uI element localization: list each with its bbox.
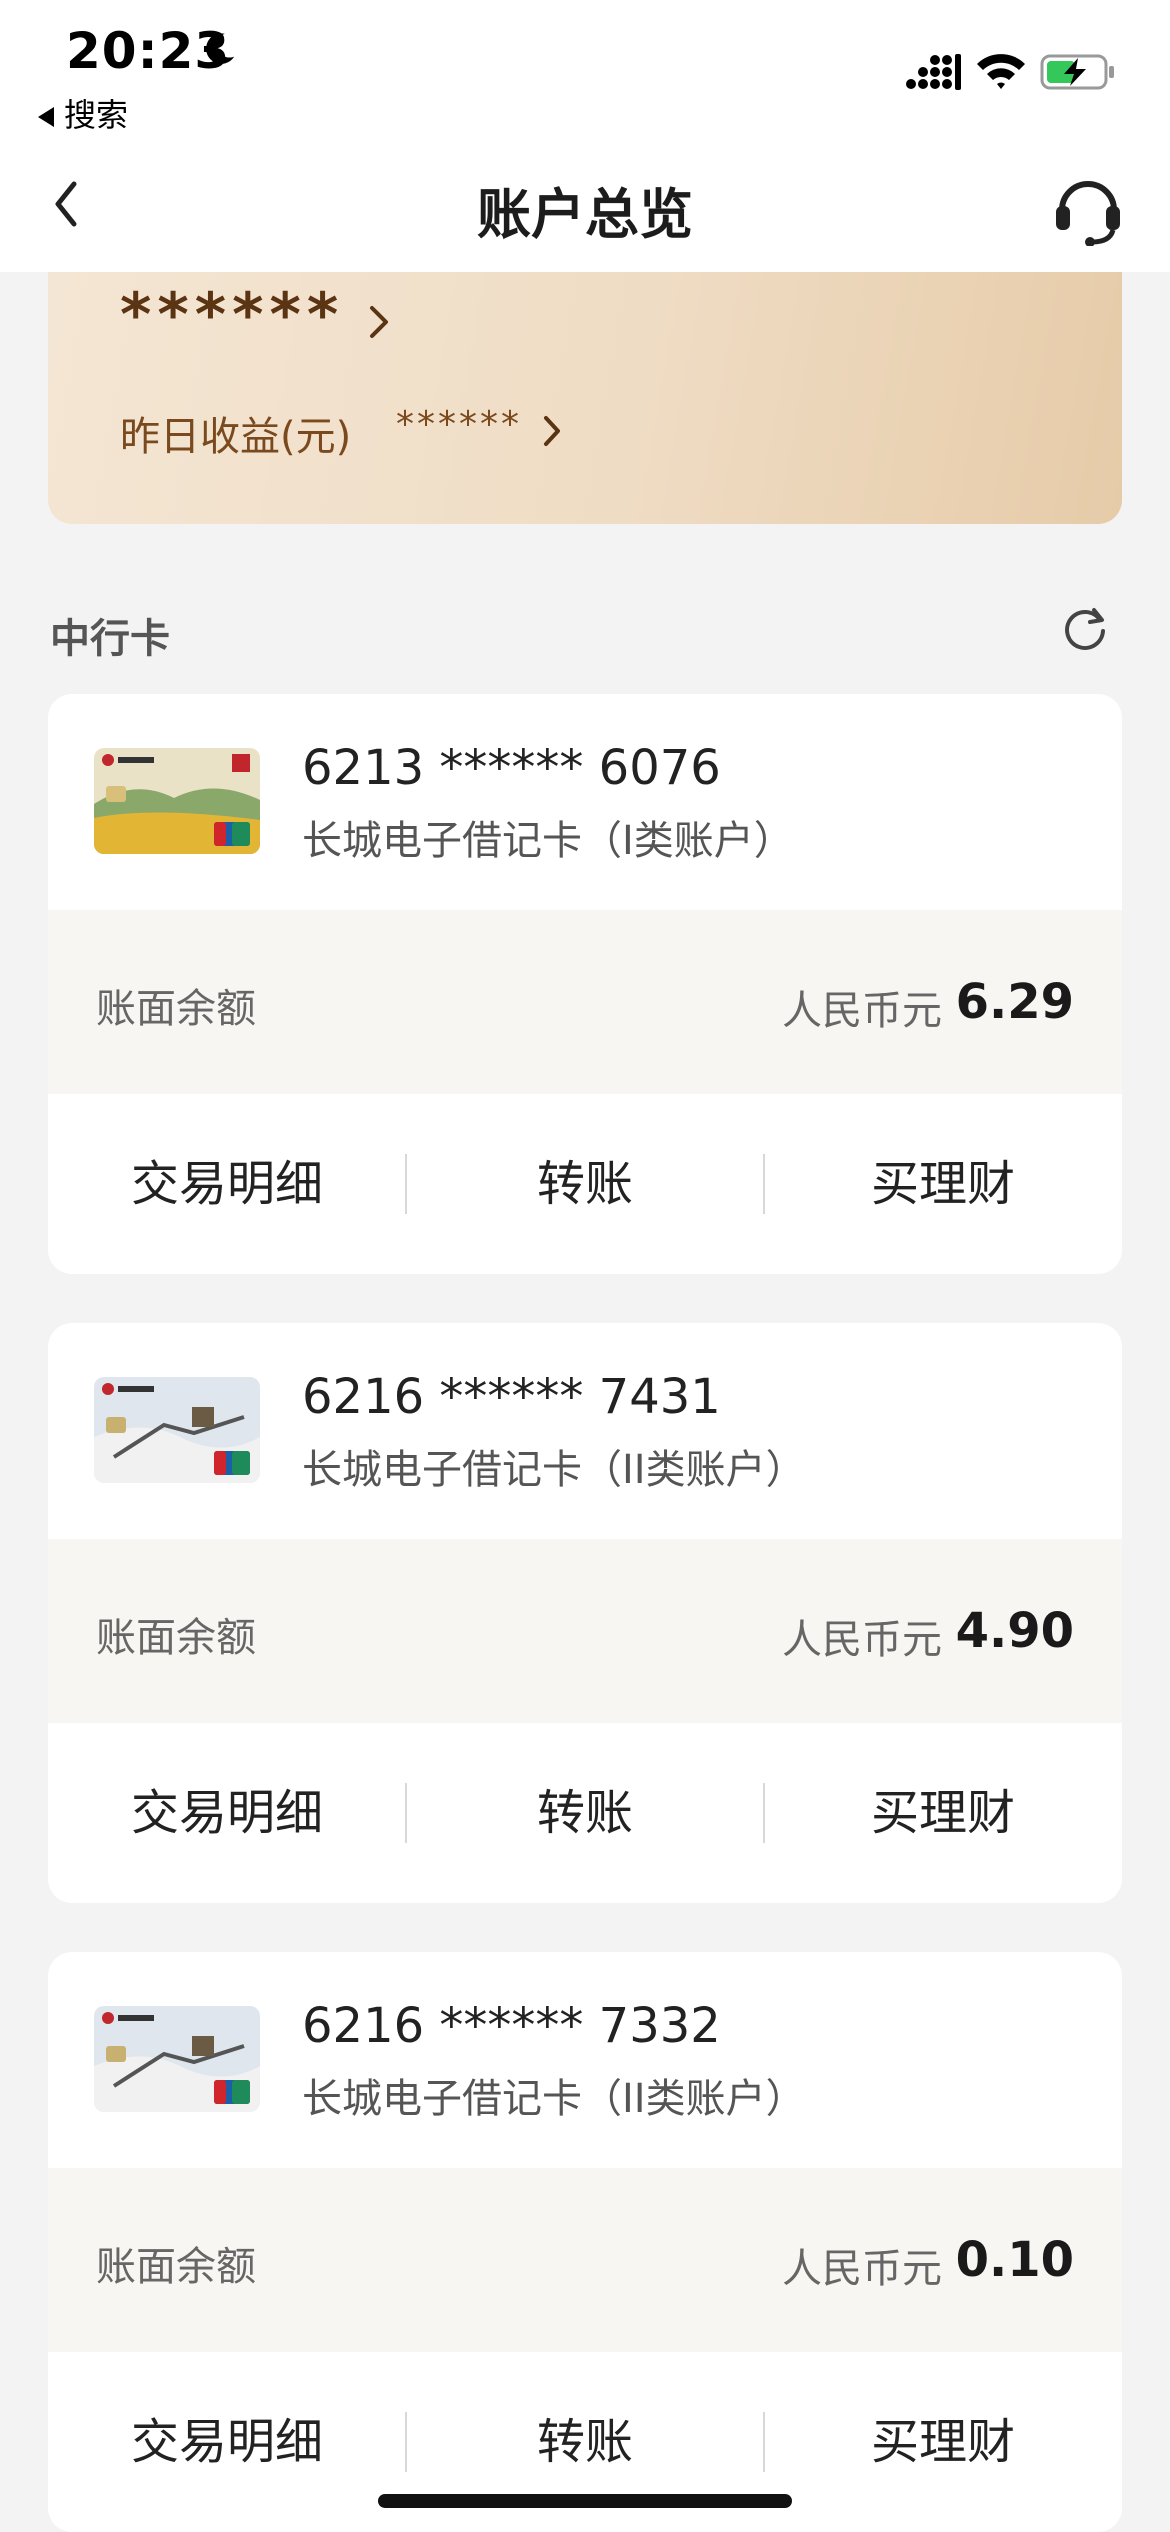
page-title: 账户总览 [477, 183, 693, 246]
home-indicator[interactable] [378, 2494, 792, 2508]
chevron-right-icon[interactable] [364, 302, 394, 342]
back-triangle-icon [38, 107, 54, 127]
card-number: 6216 ****** 7332 [302, 1998, 721, 2054]
transaction-details-button[interactable]: 交易明细 [48, 1094, 406, 1274]
status-bar: 20:23 搜索 [0, 0, 1170, 140]
balance-value: 6.29 [955, 974, 1074, 1030]
refresh-icon[interactable] [1060, 604, 1110, 654]
card-header[interactable]: 6216 ****** 7431 长城电子借记卡（II类账户） [48, 1323, 1122, 1539]
transfer-button[interactable]: 转账 [406, 1723, 764, 1903]
bank-card-image [94, 1377, 260, 1483]
asset-summary-card[interactable]: ****** 昨日收益(元) ****** [48, 272, 1122, 524]
card-actions: 交易明细 转账 买理财 [48, 1094, 1122, 1274]
balance-row: 账面余额 人民币元 0.10 [48, 2168, 1122, 2352]
card-actions: 交易明细 转账 买理财 [48, 1723, 1122, 1903]
card-type: 长城电子借记卡（II类账户） [302, 2076, 806, 2122]
buy-wealth-button[interactable]: 买理财 [764, 2352, 1122, 2532]
card-type: 长城电子借记卡（I类账户） [302, 818, 794, 864]
buy-wealth-button[interactable]: 买理财 [764, 1723, 1122, 1903]
card-number: 6216 ****** 7431 [302, 1369, 721, 1425]
transfer-button[interactable]: 转账 [406, 1094, 764, 1274]
account-card[interactable]: 6216 ****** 7431 长城电子借记卡（II类账户） 账面余额 人民币… [48, 1323, 1122, 1903]
yesterday-earnings-value: ****** [396, 404, 522, 445]
balance-value: 0.10 [955, 2232, 1074, 2288]
balance-row: 账面余额 人民币元 4.90 [48, 1539, 1122, 1723]
total-assets-masked: ****** [120, 280, 345, 350]
back-app-label: 搜索 [64, 96, 129, 134]
back-to-app-link[interactable]: 搜索 [38, 90, 128, 136]
card-header[interactable]: 6216 ****** 7332 长城电子借记卡（II类账户） [48, 1952, 1122, 2168]
buy-wealth-button[interactable]: 买理财 [764, 1094, 1122, 1274]
transaction-details-button[interactable]: 交易明细 [48, 1723, 406, 1903]
currency-label: 人民币元 [782, 2246, 942, 2292]
bank-card-image [94, 748, 260, 854]
currency-label: 人民币元 [782, 988, 942, 1034]
moon-icon [206, 33, 235, 64]
signal-icon [906, 54, 961, 90]
balance-row: 账面余额 人民币元 6.29 [48, 910, 1122, 1094]
wifi-icon [977, 54, 1025, 89]
nav-bar: 账户总览 [0, 140, 1170, 272]
battery-charging-icon [1040, 54, 1114, 90]
account-card[interactable]: 6216 ****** 7332 长城电子借记卡（II类账户） 账面余额 人民币… [48, 1952, 1122, 2532]
headset-icon[interactable] [1050, 170, 1126, 246]
transaction-details-button[interactable]: 交易明细 [48, 2352, 406, 2532]
card-header[interactable]: 6213 ****** 6076 长城电子借记卡（I类账户） [48, 694, 1122, 910]
balance-value: 4.90 [955, 1603, 1074, 1659]
account-card[interactable]: 6213 ****** 6076 长城电子借记卡（I类账户） 账面余额 人民币元… [48, 694, 1122, 1274]
balance-label: 账面余额 [96, 2244, 256, 2290]
bank-card-image [94, 2006, 260, 2112]
balance-label: 账面余额 [96, 1615, 256, 1661]
yesterday-earnings-label: 昨日收益(元) [120, 414, 352, 460]
chevron-right-icon[interactable] [538, 412, 566, 450]
balance-label: 账面余额 [96, 986, 256, 1032]
section-title: 中行卡 [50, 616, 170, 662]
card-type: 长城电子借记卡（II类账户） [302, 1447, 806, 1493]
currency-label: 人民币元 [782, 1617, 942, 1663]
card-number: 6213 ****** 6076 [302, 740, 721, 796]
